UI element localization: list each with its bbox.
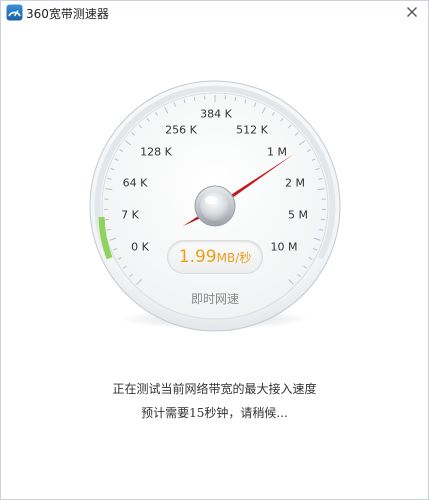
- speed-readout: 1.99 MB/秒: [167, 240, 263, 274]
- scale-label-2m: 2 M: [285, 176, 305, 190]
- speedtest-window: 360宽带测速器 0 K 7 K 64 K 128 K 256 K 384 K …: [0, 0, 429, 500]
- speed-unit: MB/秒: [216, 251, 252, 265]
- scale-label-10m: 10 M: [270, 240, 298, 254]
- scale-label-512k: 512 K: [236, 123, 268, 137]
- scale-label-0k: 0 K: [131, 240, 149, 254]
- scale-label-384k: 384 K: [200, 107, 232, 121]
- gauge-tick: [321, 218, 326, 221]
- scale-label-256k: 256 K: [165, 123, 197, 137]
- gauge-dial: [89, 80, 341, 332]
- scale-label-1m: 1 M: [267, 145, 287, 159]
- speed-gauge: 0 K 7 K 64 K 128 K 256 K 384 K 512 K 1 M…: [1, 1, 428, 361]
- status-message: 正在测试当前网络带宽的最大接入速度: [112, 382, 317, 396]
- scale-label-7k: 7 K: [121, 208, 139, 222]
- scale-label-5m: 5 M: [288, 208, 308, 222]
- realtime-speed-label: 即时网速: [190, 292, 240, 306]
- scale-label-64k: 64 K: [122, 176, 148, 190]
- speed-value: 1.99: [178, 247, 217, 267]
- gauge-tick: [104, 218, 109, 221]
- scale-label-128k: 128 K: [140, 145, 172, 159]
- status-estimate: 预计需要15秒钟，请稍候...: [141, 406, 288, 420]
